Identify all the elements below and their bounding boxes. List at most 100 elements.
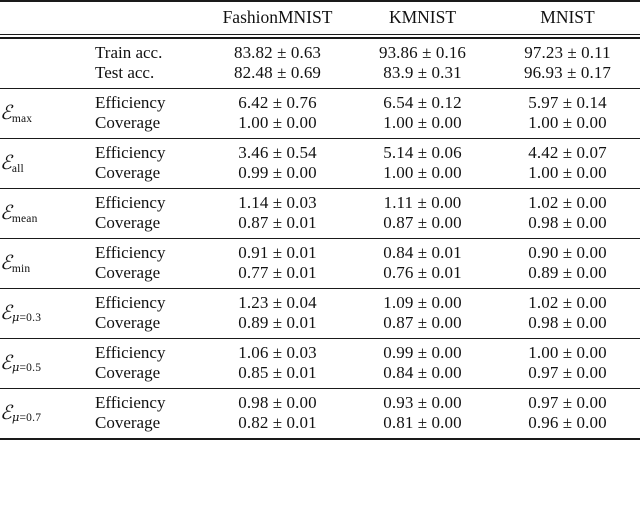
row-group-symbol: ℰmax: [0, 89, 95, 139]
value-cell: 1.02 ± 0.00: [528, 293, 607, 312]
metric-label: Coverage: [95, 163, 161, 182]
value-cell: 5.14 ± 0.06: [383, 143, 462, 162]
script-e-icon: ℰ: [0, 400, 12, 424]
metric-label: Efficiency: [95, 143, 166, 162]
value-cell: 0.90 ± 0.00: [528, 243, 607, 262]
table-row: Coverage 0.85 ± 0.01 0.84 ± 0.00 0.97 ± 0.0…: [0, 363, 640, 388]
script-e-icon: ℰ: [0, 200, 12, 224]
value-cell: 1.09 ± 0.00: [383, 293, 462, 312]
value-cell: 0.89 ± 0.00: [528, 263, 607, 282]
value-cell: 1.06 ± 0.03: [238, 343, 317, 362]
value-cell: 1.02 ± 0.00: [528, 193, 607, 212]
script-e-subscript: μ=0.7: [11, 410, 42, 425]
table-row: ℰmin Efficiency 0.91 ± 0.01 0.84 ± 0.01 0.90…: [0, 239, 640, 274]
header-metric-blank: [95, 1, 205, 35]
table-row: ℰall Efficiency 3.46 ± 0.54 5.14 ± 0.06 4.42…: [0, 139, 640, 174]
value-cell: 0.84 ± 0.00: [383, 363, 462, 382]
column-header-mnist: MNIST: [540, 7, 595, 27]
value-cell: 1.00 ± 0.00: [383, 163, 462, 182]
table-row: Coverage 0.99 ± 0.00 1.00 ± 0.00 1.00 ± 0.0…: [0, 163, 640, 188]
value-cell: 1.00 ± 0.00: [528, 113, 607, 132]
table-blocks: Train acc. 83.82 ± 0.63 93.86 ± 0.16 97.23 …: [0, 38, 640, 440]
value-cell: 0.99 ± 0.00: [383, 343, 462, 362]
script-e-icon: ℰ: [0, 300, 12, 324]
metric-label: Coverage: [95, 113, 161, 132]
bottom-rule: [0, 437, 640, 440]
script-e-subscript: max: [11, 112, 33, 125]
value-cell: 0.98 ± 0.00: [238, 393, 317, 412]
value-cell: 0.82 ± 0.01: [238, 413, 317, 432]
results-table: FashionMNIST KMNIST MNIST Train acc. 83.8…: [0, 0, 640, 440]
table-row: ℰμ=0.5 Efficiency 1.06 ± 0.03 0.99 ± 0.00 1.…: [0, 339, 640, 374]
row-group-symbol: ℰμ=0.3: [0, 289, 95, 339]
row-group-symbol: ℰall: [0, 139, 95, 189]
metric-label: Efficiency: [95, 243, 166, 262]
value-cell: 0.99 ± 0.00: [238, 163, 317, 182]
value-cell: 0.93 ± 0.00: [383, 393, 462, 412]
value-cell: 0.97 ± 0.00: [528, 393, 607, 412]
value-cell: 0.98 ± 0.00: [528, 313, 607, 332]
value-cell: 0.87 ± 0.01: [238, 213, 317, 232]
value-cell: 1.00 ± 0.00: [528, 343, 607, 362]
value-cell: 83.9 ± 0.31: [383, 63, 462, 82]
row-group-symbol: ℰμ=0.7: [0, 389, 95, 439]
table-row: ℰμ=0.7 Efficiency 0.98 ± 0.00 0.93 ± 0.00 0.…: [0, 389, 640, 424]
table-row: ℰμ=0.3 Efficiency 1.23 ± 0.04 1.09 ± 0.00 1.…: [0, 289, 640, 324]
script-e-icon: ℰ: [0, 100, 12, 124]
value-cell: 0.84 ± 0.01: [383, 243, 462, 262]
value-cell: 0.76 ± 0.01: [383, 263, 462, 282]
metric-label: Coverage: [95, 363, 161, 382]
value-cell: 0.87 ± 0.00: [383, 313, 462, 332]
script-e-icon: ℰ: [0, 250, 12, 274]
value-cell: 0.91 ± 0.01: [238, 243, 317, 262]
metric-label: Efficiency: [95, 343, 166, 362]
value-cell: 1.00 ± 0.00: [238, 113, 317, 132]
value-cell: 0.87 ± 0.00: [383, 213, 462, 232]
row-group-symbol: [0, 38, 95, 88]
value-cell: 83.82 ± 0.63: [233, 43, 322, 62]
value-cell: 1.00 ± 0.00: [528, 163, 607, 182]
table-row: Coverage 1.00 ± 0.00 1.00 ± 0.00 1.00 ± 0.0…: [0, 113, 640, 138]
value-cell: 1.11 ± 0.00: [383, 193, 462, 212]
value-cell: 0.96 ± 0.00: [528, 413, 607, 432]
table-row: Coverage 0.77 ± 0.01 0.76 ± 0.01 0.89 ± 0.0…: [0, 263, 640, 288]
value-cell: 97.23 ± 0.11: [524, 43, 611, 62]
script-e-subscript: all: [11, 162, 24, 175]
value-cell: 0.98 ± 0.00: [528, 213, 607, 232]
value-cell: 0.97 ± 0.00: [528, 363, 607, 382]
metric-label: Efficiency: [95, 93, 166, 112]
script-e-icon: ℰ: [0, 150, 12, 174]
metric-label: Efficiency: [95, 393, 166, 412]
value-cell: 1.23 ± 0.04: [238, 293, 317, 312]
table-row: ℰmax Efficiency 6.42 ± 0.76 6.54 ± 0.12 5.97…: [0, 89, 640, 124]
value-cell: 4.42 ± 0.07: [528, 143, 607, 162]
table-row: Coverage 0.89 ± 0.01 0.87 ± 0.00 0.98 ± 0.0…: [0, 313, 640, 338]
metric-label: Test acc.: [95, 63, 155, 82]
header-symbol-blank: [0, 1, 95, 35]
script-e-icon: ℰ: [0, 350, 12, 374]
table-row: Coverage 0.87 ± 0.01 0.87 ± 0.00 0.98 ± 0.0…: [0, 213, 640, 238]
table-row: Coverage 0.82 ± 0.01 0.81 ± 0.00 0.96 ± 0.0…: [0, 413, 640, 438]
value-cell: 96.93 ± 0.17: [523, 63, 612, 82]
metric-label: Efficiency: [95, 193, 166, 212]
metric-label: Coverage: [95, 313, 161, 332]
script-e-subscript: min: [11, 262, 31, 275]
value-cell: 6.54 ± 0.12: [383, 93, 462, 112]
header-row: FashionMNIST KMNIST MNIST: [0, 1, 640, 35]
table-row: Train acc. 83.82 ± 0.63 93.86 ± 0.16 97.23 …: [0, 38, 640, 63]
metric-label: Efficiency: [95, 293, 166, 312]
value-cell: 82.48 ± 0.69: [233, 63, 322, 82]
script-e-subscript: μ=0.3: [11, 310, 42, 325]
value-cell: 0.81 ± 0.00: [383, 413, 462, 432]
table-row: Test acc. 82.48 ± 0.69 83.9 ± 0.31 96.93 ± …: [0, 63, 640, 88]
metric-label: Coverage: [95, 263, 161, 282]
value-cell: 1.14 ± 0.03: [238, 193, 317, 212]
metric-label: Train acc.: [95, 43, 163, 62]
script-e-subscript: μ=0.5: [11, 360, 42, 375]
value-cell: 0.77 ± 0.01: [238, 263, 317, 282]
row-group-symbol: ℰmin: [0, 239, 95, 289]
metric-label: Coverage: [95, 213, 161, 232]
script-e-subscript: mean: [11, 212, 38, 225]
value-cell: 1.00 ± 0.00: [383, 113, 462, 132]
value-cell: 5.97 ± 0.14: [528, 93, 607, 112]
